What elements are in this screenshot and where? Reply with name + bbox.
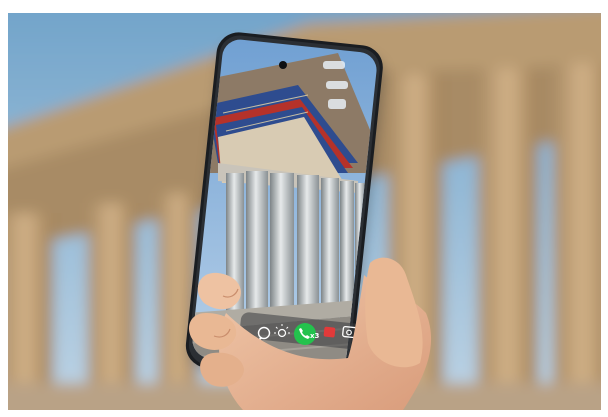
overlay-button-1[interactable] (323, 61, 345, 69)
photo-canvas: x3 (8, 13, 601, 410)
record-icon[interactable] (323, 326, 336, 338)
overlay-button-2[interactable] (326, 81, 348, 89)
ar-photo: x3 (8, 13, 601, 410)
call-badge: x3 (310, 332, 320, 340)
front-camera (279, 61, 287, 69)
overlay-button-3[interactable] (328, 99, 346, 109)
